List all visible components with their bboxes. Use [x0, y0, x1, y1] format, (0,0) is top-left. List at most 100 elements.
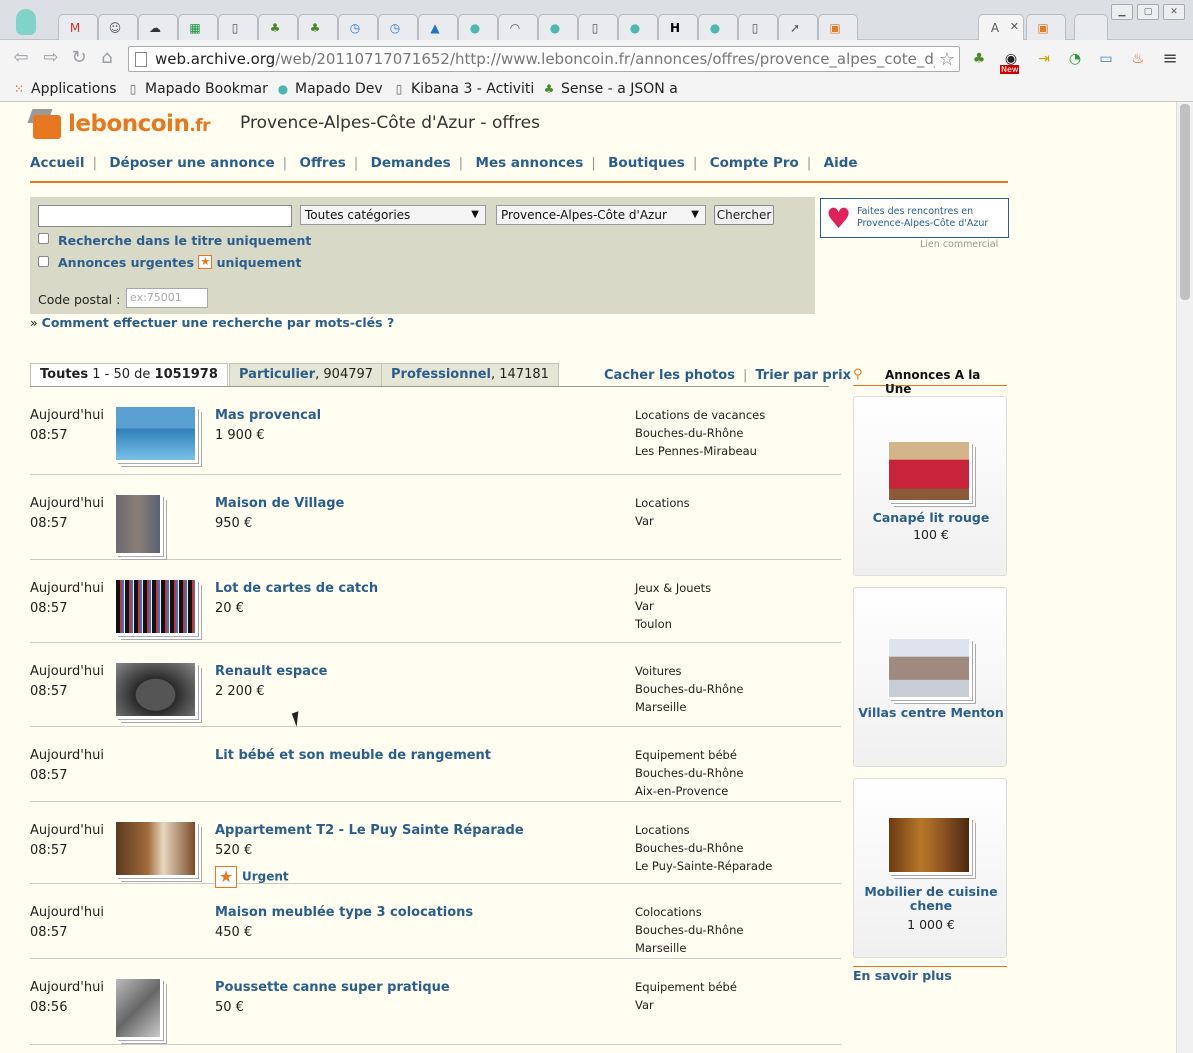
- new-tab-button[interactable]: [1074, 14, 1108, 40]
- tab-mapado-4[interactable]: ●: [698, 14, 738, 40]
- postal-code-input[interactable]: ex:75001: [126, 288, 208, 308]
- nav-deposer[interactable]: Déposer une annonce: [109, 155, 274, 171]
- tab-box-2[interactable]: ▣: [1026, 14, 1066, 40]
- listing-row[interactable]: Aujourd'hui 08:57 Mas provencal 1 900 € L…: [30, 387, 841, 475]
- nav-mes-annonces[interactable]: Mes annonces: [476, 155, 584, 171]
- tab-mapado-2[interactable]: ●: [538, 14, 578, 40]
- learn-more-link[interactable]: En savoir plus: [853, 968, 952, 983]
- tab-tree-1[interactable]: ♣: [258, 14, 298, 40]
- title-only-checkbox[interactable]: [38, 233, 49, 244]
- featured-title[interactable]: Canapé lit rouge: [854, 511, 1008, 525]
- listing-row[interactable]: Aujourd'hui 08:57 Lit bébé et son meuble …: [30, 727, 841, 802]
- reload-icon[interactable]: ↻: [68, 48, 90, 70]
- dating-ad-banner[interactable]: ♥ Faites des rencontres en Provence-Alpes…: [820, 198, 1009, 238]
- tab-loading[interactable]: ◠: [498, 14, 538, 40]
- tab-timer-1[interactable]: ◷: [338, 14, 378, 40]
- bookmark-mapado-dev[interactable]: ● Mapado Dev: [276, 79, 383, 99]
- tab-tree-2[interactable]: ♣: [298, 14, 338, 40]
- tab-page[interactable]: ▯: [218, 14, 258, 40]
- listing-row[interactable]: Aujourd'hui 08:56 Poussette canne super p…: [30, 959, 841, 1045]
- search-help-link[interactable]: Comment effectuer une recherche par mots…: [42, 315, 395, 330]
- page-scrollbar[interactable]: [1176, 102, 1193, 1053]
- listing-photo[interactable]: [115, 494, 199, 554]
- tab-particulier[interactable]: Particulier, 904797: [229, 363, 384, 387]
- featured-title[interactable]: Mobilier de cuisine chene: [854, 885, 1008, 913]
- tab-sheets[interactable]: ▦: [178, 14, 218, 40]
- featured-item[interactable]: Mobilier de cuisine chene 1 000 €: [853, 778, 1007, 958]
- bookmark-star-icon[interactable]: ☆: [939, 49, 955, 70]
- featured-item[interactable]: Villas centre Menton: [853, 587, 1007, 767]
- address-bar[interactable]: web.archive.org/web/20110717071652/http:…: [128, 46, 960, 72]
- featured-photo[interactable]: [888, 817, 970, 873]
- nav-accueil[interactable]: Accueil: [30, 155, 84, 171]
- listing-title[interactable]: Mas provencal: [215, 408, 321, 423]
- urgent-only-checkbox[interactable]: [38, 256, 49, 267]
- listing-photo[interactable]: [115, 579, 199, 637]
- tab-box-1[interactable]: ▣: [818, 14, 858, 40]
- tab-professionnel[interactable]: Professionnel, 147181: [381, 363, 559, 387]
- nav-compte-pro[interactable]: Compte Pro: [710, 155, 799, 171]
- listing-title[interactable]: Maison de Village: [215, 496, 344, 511]
- region-select[interactable]: Provence-Alpes-Côte d'Azur ▼: [496, 205, 706, 225]
- listing-photo[interactable]: [115, 662, 199, 720]
- sort-price-link[interactable]: Trier par prix: [755, 368, 851, 383]
- urgent-only-label[interactable]: Annonces urgentes ★ uniquement: [58, 255, 301, 270]
- tab-page-3[interactable]: ▯: [738, 14, 778, 40]
- tab-toutes[interactable]: Toutes 1 - 50 de 1051978: [30, 363, 228, 387]
- listing-title[interactable]: Maison meublée type 3 colocations: [215, 905, 473, 920]
- tab-mapado-3[interactable]: ●: [618, 14, 658, 40]
- listing-row[interactable]: Aujourd'hui 08:57 Appartement T2 - Le Puy…: [30, 802, 841, 888]
- search-input[interactable]: [38, 205, 292, 227]
- tab-gmail[interactable]: M: [58, 14, 98, 40]
- site-logo[interactable]: leboncoin.fr: [27, 106, 211, 142]
- listing-photo[interactable]: [115, 821, 199, 879]
- minimize-icon[interactable]: ▁: [1111, 4, 1133, 20]
- bookmark-kibana[interactable]: ▯ Kibana 3 - Activiti: [392, 79, 535, 99]
- tab-cloud[interactable]: ☁: [138, 14, 178, 40]
- maximize-icon[interactable]: ▢: [1137, 4, 1159, 20]
- pushbullet-icon[interactable]: ⇥: [1035, 50, 1053, 68]
- tab-mapado-1[interactable]: ●: [458, 14, 498, 40]
- listing-photo[interactable]: [115, 978, 199, 1038]
- bookmark-applications[interactable]: ⁙ Applications: [12, 79, 117, 99]
- bookmark-mapado-bookmar[interactable]: ▯ Mapado Bookmar: [126, 79, 268, 99]
- listing-title[interactable]: Lit bébé et son meuble de rangement: [215, 748, 491, 763]
- tab-arrow-2[interactable]: ➚: [778, 14, 818, 40]
- title-only-label[interactable]: Recherche dans le titre uniquement: [58, 233, 311, 248]
- listing-photo[interactable]: [115, 406, 199, 464]
- listing-title[interactable]: Appartement T2 - Le Puy Sainte Réparade: [215, 823, 524, 838]
- featured-item[interactable]: Canapé lit rouge 100 €: [853, 396, 1007, 576]
- category-select[interactable]: Toutes catégories ▼: [300, 205, 486, 225]
- menu-icon[interactable]: ≡: [1161, 50, 1179, 68]
- featured-photo[interactable]: [888, 638, 970, 698]
- back-icon[interactable]: ⇦: [10, 48, 32, 70]
- hide-photos-link[interactable]: Cacher les photos: [604, 368, 735, 383]
- browser-profile-icon[interactable]: [16, 9, 36, 35]
- bookmark-sense[interactable]: ♣ Sense - a JSON a: [542, 79, 678, 99]
- listing-row[interactable]: Aujourd'hui 08:57 Maison meublée type 3 c…: [30, 884, 841, 959]
- tab-avatar[interactable]: ☺: [98, 14, 138, 40]
- featured-photo[interactable]: [888, 441, 970, 501]
- close-window-icon[interactable]: ✕: [1163, 4, 1185, 20]
- featured-title[interactable]: Villas centre Menton: [854, 706, 1008, 720]
- tree-icon[interactable]: ♣: [970, 50, 988, 68]
- forward-icon[interactable]: ⇨: [40, 48, 62, 70]
- listing-row[interactable]: Aujourd'hui 08:57 Maison de Village 950 €…: [30, 475, 841, 560]
- listing-title[interactable]: Renault espace: [215, 664, 327, 679]
- close-tab-icon[interactable]: ✕: [1010, 20, 1019, 33]
- nav-demandes[interactable]: Demandes: [371, 155, 451, 171]
- tab-arrow[interactable]: ▲: [418, 14, 458, 40]
- tab-page-2[interactable]: ▯: [578, 14, 618, 40]
- timer-icon[interactable]: ◔: [1066, 50, 1084, 68]
- listing-row[interactable]: Aujourd'hui 08:57 Renault espace 2 200 € …: [30, 643, 841, 727]
- flame-icon[interactable]: ♨: [1129, 50, 1147, 68]
- scrollbar-thumb[interactable]: [1180, 104, 1190, 300]
- tab-active[interactable]: A ✕: [978, 14, 1024, 40]
- listing-row[interactable]: Aujourd'hui 08:57 Lot de cartes de catch …: [30, 560, 841, 643]
- listing-title[interactable]: Lot de cartes de catch: [215, 581, 378, 596]
- nav-offres[interactable]: Offres: [300, 155, 346, 171]
- search-button[interactable]: Chercher: [714, 205, 774, 225]
- folder-icon[interactable]: ▭: [1097, 50, 1115, 68]
- url-text[interactable]: web.archive.org/web/20110717071652/http:…: [155, 50, 935, 68]
- tab-h[interactable]: H: [658, 14, 698, 40]
